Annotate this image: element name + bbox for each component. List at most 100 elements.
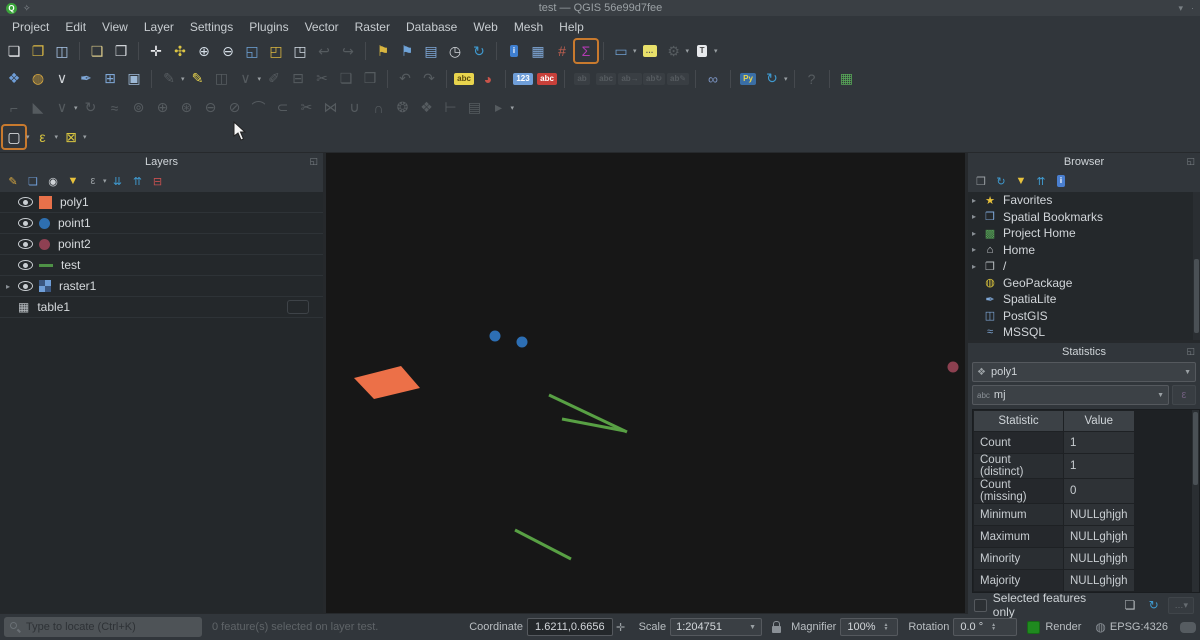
expand-arrow-icon[interactable]: ▸	[972, 262, 982, 271]
map-feature-line[interactable]	[549, 395, 627, 432]
menu-help[interactable]: Help	[551, 18, 592, 36]
menu-project[interactable]: Project	[4, 18, 57, 36]
open-attribute-table-icon[interactable]: ▦	[527, 40, 549, 62]
copy-statistics-icon[interactable]: ❏	[1121, 596, 1139, 614]
scrollbar-thumb[interactable]	[1193, 412, 1198, 485]
zoom-to-layer-icon[interactable]: ◰	[265, 40, 287, 62]
layer-row-poly1[interactable]: poly1	[0, 192, 323, 213]
select-features-icon[interactable]: ▢	[3, 126, 25, 148]
layer-row-test[interactable]: test	[0, 255, 323, 276]
menu-layer[interactable]: Layer	[136, 18, 182, 36]
crs-value[interactable]: EPSG:4326	[1110, 621, 1168, 633]
map-tips-icon[interactable]: …	[639, 40, 661, 62]
remove-layer-icon[interactable]: ⊟	[149, 172, 167, 190]
add-vector-layer-icon[interactable]: ◍	[27, 68, 49, 90]
lock-scale-icon[interactable]	[772, 626, 781, 633]
collapse-all-icon[interactable]: ⇈	[129, 172, 147, 190]
expand-arrow-icon[interactable]: ▸	[6, 282, 16, 291]
filter-legend-icon[interactable]: ▼	[64, 172, 82, 190]
temporal-controller-icon[interactable]: ◷	[444, 40, 466, 62]
expand-arrow-icon[interactable]: ▸	[972, 196, 982, 205]
zoom-full-icon[interactable]: ◱	[241, 40, 263, 62]
visibility-eye-icon[interactable]	[18, 197, 33, 207]
manage-map-themes-icon[interactable]: ◉	[44, 172, 62, 190]
browser-item--[interactable]: ▸❐/	[968, 258, 1200, 275]
menu-web[interactable]: Web	[465, 18, 505, 36]
browser-item-home[interactable]: ▸⌂Home	[968, 242, 1200, 259]
pan-to-selection-icon[interactable]: ✣	[169, 40, 191, 62]
browser-item-project-home[interactable]: ▸▩Project Home	[968, 225, 1200, 242]
open-layer-styling-panel-icon[interactable]: ✎	[4, 172, 22, 190]
dropdown-arrow-icon[interactable]: ▾	[55, 133, 59, 141]
browser-item-postgis[interactable]: ◫PostGIS	[968, 308, 1200, 325]
menu-plugins[interactable]: Plugins	[241, 18, 296, 36]
statistical-summary-icon[interactable]: Σ	[575, 40, 597, 62]
new-shapefile-layer-icon[interactable]: ∨	[51, 68, 73, 90]
enable-properties-widget-icon[interactable]: i	[1052, 172, 1070, 190]
text-annotation-icon[interactable]: T	[691, 40, 713, 62]
menu-edit[interactable]: Edit	[57, 18, 94, 36]
rotation-spinbox[interactable]: 0.0 ° ▲▼	[953, 618, 1017, 636]
chevron-down-icon[interactable]: ▾	[1178, 3, 1183, 14]
zoom-out-icon[interactable]: ⊖	[217, 40, 239, 62]
python-console-icon[interactable]: Py	[737, 68, 759, 90]
dropdown-arrow-icon[interactable]: ▾	[511, 104, 515, 112]
new-print-layout-icon[interactable]: ❑	[86, 40, 108, 62]
extents-toggle-icon[interactable]: ✛	[613, 616, 629, 638]
dropdown-arrow-icon[interactable]: ▾	[26, 133, 30, 141]
layer-row-point2[interactable]: point2	[0, 234, 323, 255]
visibility-eye-icon[interactable]	[18, 239, 33, 249]
crs-globe-icon[interactable]: ◍	[1095, 620, 1105, 634]
menu-vector[interactable]: Vector	[297, 18, 347, 36]
identify-features-icon[interactable]: i	[503, 40, 525, 62]
layer-diagram-icon[interactable]: ◕	[477, 68, 499, 90]
menu-database[interactable]: Database	[398, 18, 465, 36]
open-data-source-manager-icon[interactable]: ❖	[3, 68, 25, 90]
measure-line-icon[interactable]: ▭	[610, 40, 632, 62]
expand-arrow-icon[interactable]: ▸	[972, 212, 982, 221]
float-panel-icon[interactable]: ◱	[1186, 346, 1195, 357]
add-group-icon[interactable]: ❏	[24, 172, 42, 190]
float-panel-icon[interactable]: ◱	[1186, 156, 1195, 167]
zoom-to-selection-icon[interactable]: ◳	[289, 40, 311, 62]
dropdown-arrow-icon[interactable]: ▾	[103, 177, 107, 185]
expression-button[interactable]: ε	[1172, 385, 1196, 405]
window-controls-icon[interactable]: ·	[1191, 3, 1194, 13]
browser-item-spatialite[interactable]: ✒SpatiaLite	[968, 291, 1200, 308]
map-feature-point1[interactable]	[517, 337, 528, 348]
map-feature-poly1[interactable]	[354, 366, 420, 399]
layer-labeling-icon[interactable]: abc	[453, 68, 475, 90]
new-spatial-bookmark-icon[interactable]: ⚑	[372, 40, 394, 62]
selected-features-only-checkbox[interactable]	[974, 599, 987, 612]
menu-mesh[interactable]: Mesh	[506, 18, 551, 36]
layer-row-raster1[interactable]: ▸raster1	[0, 276, 323, 297]
refresh-browser-icon[interactable]: ↻	[992, 172, 1010, 190]
float-panel-icon[interactable]: ◱	[309, 156, 318, 167]
deselect-features-all-layers-icon[interactable]: ⊠	[60, 126, 82, 148]
select-by-expression-icon[interactable]: ε	[32, 126, 54, 148]
map-feature-point1[interactable]	[490, 331, 501, 342]
expand-arrow-icon[interactable]: ▸	[972, 245, 982, 254]
filter-legend-by-expression-icon[interactable]: ε	[84, 172, 102, 190]
zoom-in-icon[interactable]: ⊕	[193, 40, 215, 62]
menu-settings[interactable]: Settings	[182, 18, 241, 36]
locator-input[interactable]	[4, 617, 202, 637]
dropdown-arrow-icon[interactable]: ▾	[181, 75, 185, 83]
expand-arrow-icon[interactable]: ▸	[972, 229, 982, 238]
stats-field-combo[interactable]: abc mj ▼	[972, 385, 1169, 405]
browser-item-mssql[interactable]: ≈MSSQL	[968, 324, 1200, 340]
messages-icon[interactable]	[1180, 622, 1196, 633]
stats-scrollbar[interactable]	[1192, 410, 1199, 592]
browser-item-favorites[interactable]: ▸★Favorites	[968, 192, 1200, 209]
filter-browser-icon[interactable]: ▼	[1012, 172, 1030, 190]
show-layout-manager-icon[interactable]: ❒	[110, 40, 132, 62]
visibility-eye-icon[interactable]	[18, 281, 33, 291]
refresh-table-icon[interactable]: ▦	[836, 68, 858, 90]
magnifier-spinbox[interactable]: 100% ▲▼	[840, 618, 898, 636]
refresh-statistics-icon[interactable]: ↻	[1145, 596, 1163, 614]
map-canvas[interactable]	[326, 153, 965, 613]
label-value-tool-icon[interactable]: 123	[512, 68, 534, 90]
stats-options-button[interactable]: …▾	[1168, 597, 1194, 614]
browser-item-geopackage[interactable]: ◍GeoPackage	[968, 275, 1200, 292]
menu-view[interactable]: View	[94, 18, 136, 36]
